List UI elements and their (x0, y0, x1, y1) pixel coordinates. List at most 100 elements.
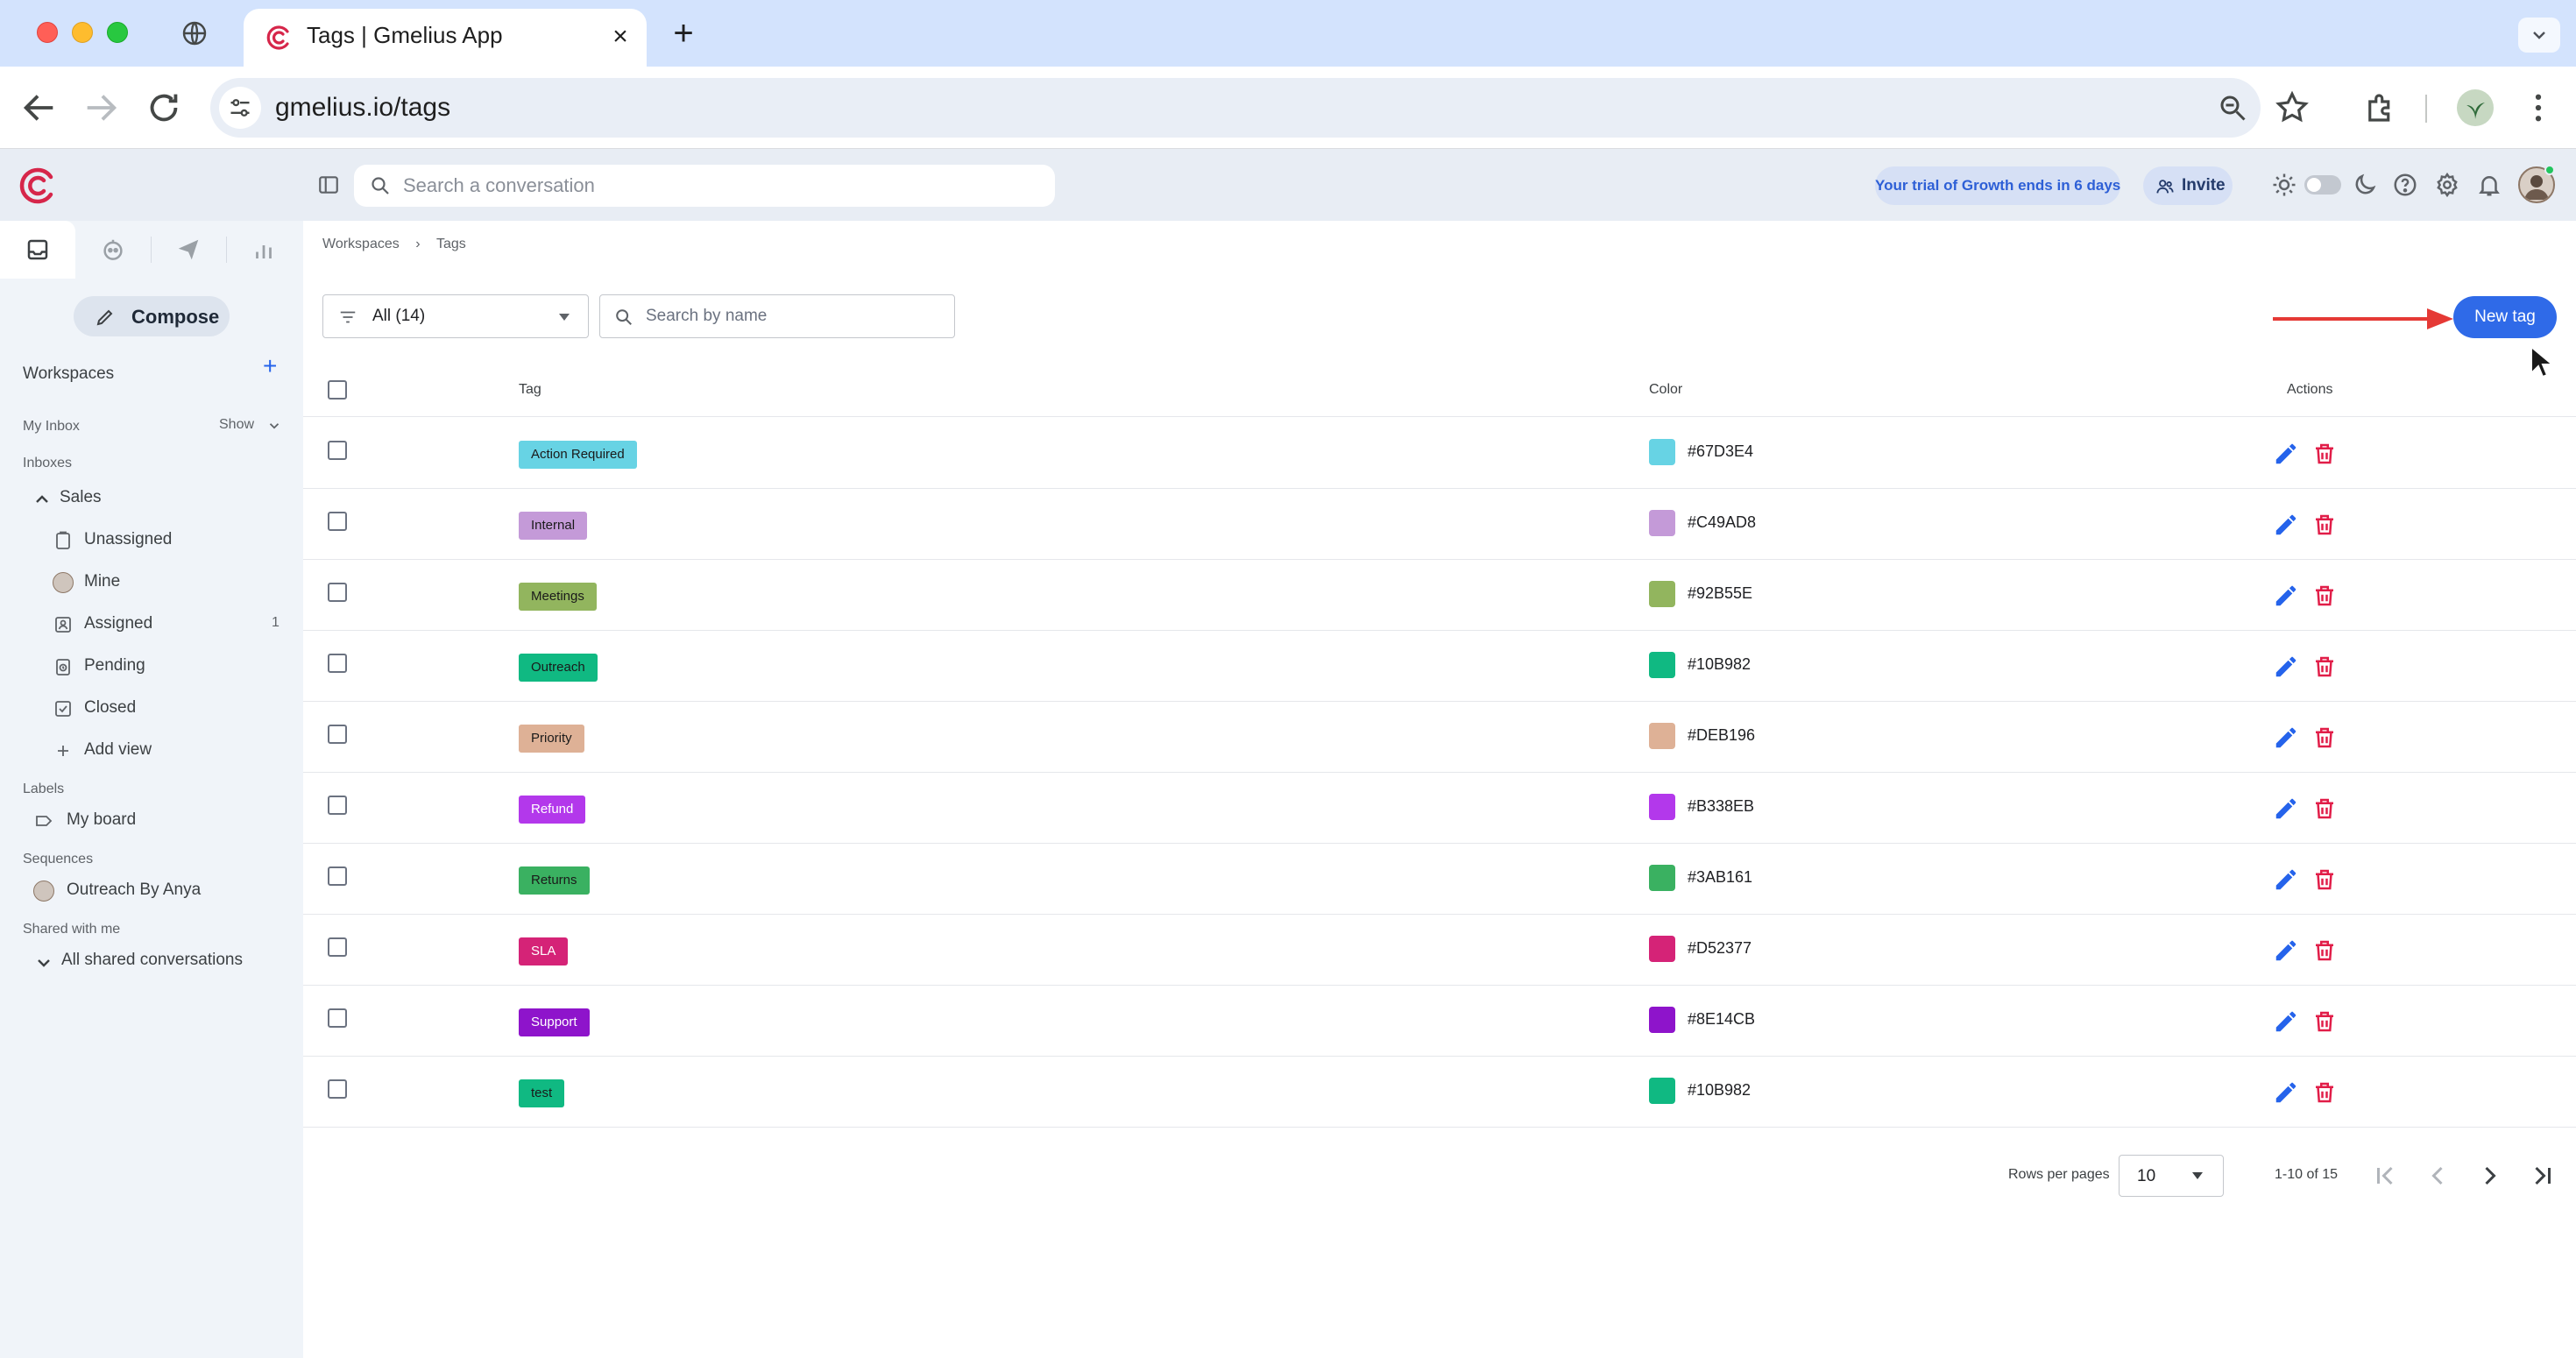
tab-search-button[interactable] (2518, 18, 2560, 53)
conversation-search-input[interactable] (403, 165, 1034, 207)
invite-button[interactable]: Invite (2143, 166, 2233, 205)
delete-trash-icon[interactable] (2311, 583, 2338, 609)
previous-page-icon[interactable] (2422, 1160, 2453, 1192)
chevron-down-icon[interactable] (266, 418, 282, 434)
compose-button[interactable]: Compose (74, 296, 230, 336)
more-vert-icon[interactable] (2520, 89, 2557, 126)
bookmark-star-icon[interactable] (2274, 89, 2311, 126)
tab-automations[interactable] (75, 221, 151, 279)
delete-trash-icon[interactable] (2311, 1079, 2338, 1106)
sidebar-item-mine[interactable]: Mine (0, 564, 303, 599)
tab-inbox[interactable] (0, 221, 75, 279)
tab-close-icon[interactable]: × (606, 23, 634, 51)
sidebar-item-my-board[interactable]: My board (0, 803, 303, 838)
edit-pencil-icon[interactable] (2273, 866, 2299, 893)
row-checkbox[interactable] (328, 441, 347, 460)
edit-pencil-icon[interactable] (2273, 512, 2299, 538)
sequence-avatar (33, 881, 54, 902)
color-hex: #10B982 (1688, 1081, 1752, 1099)
table-row: Refund #B338EB (303, 773, 2576, 844)
forward-arrow-icon[interactable] (81, 88, 121, 128)
select-all-checkbox[interactable] (328, 380, 347, 400)
sidebar-item-outreach-by-anya[interactable]: Outreach By Anya (0, 873, 303, 908)
delete-trash-icon[interactable] (2311, 866, 2338, 893)
tab-analytics[interactable] (226, 221, 301, 279)
moon-icon[interactable] (2352, 172, 2378, 198)
row-checkbox[interactable] (328, 512, 347, 531)
sidebar-item-all-shared[interactable]: All shared conversations (0, 943, 303, 978)
delete-trash-icon[interactable] (2311, 725, 2338, 751)
new-tab-plus-icon[interactable]: + (666, 16, 701, 51)
delete-trash-icon[interactable] (2311, 937, 2338, 964)
tag-name-search[interactable] (599, 294, 955, 338)
profile-avatar[interactable] (2457, 89, 2494, 126)
sidebar-item-label: Mine (84, 572, 121, 591)
last-page-icon[interactable] (2527, 1160, 2558, 1192)
row-checkbox[interactable] (328, 1008, 347, 1028)
tab-sequences[interactable] (151, 221, 226, 279)
edit-pencil-icon[interactable] (2273, 796, 2299, 822)
gear-icon[interactable] (2434, 172, 2460, 198)
next-page-icon[interactable] (2474, 1160, 2506, 1192)
breadcrumb-workspaces[interactable]: Workspaces (322, 237, 400, 252)
row-checkbox[interactable] (328, 796, 347, 815)
conversation-search[interactable] (354, 165, 1055, 207)
address-bar[interactable]: gmelius.io/tags (210, 78, 2261, 138)
tag-filter-select[interactable]: All (14) (322, 294, 589, 338)
delete-trash-icon[interactable] (2311, 441, 2338, 467)
sidebar-toggle-icon[interactable] (317, 173, 340, 196)
sidebar-item-pending[interactable]: Pending (0, 648, 303, 683)
reload-icon[interactable] (144, 88, 184, 128)
tag-search-input[interactable] (646, 295, 944, 337)
first-page-icon[interactable] (2369, 1160, 2401, 1192)
row-checkbox[interactable] (328, 725, 347, 744)
edit-pencil-icon[interactable] (2273, 583, 2299, 609)
filter-value: All (14) (372, 307, 426, 325)
add-workspace-icon[interactable]: + (263, 354, 277, 378)
row-checkbox[interactable] (328, 583, 347, 602)
color-swatch (1649, 1007, 1675, 1033)
edit-pencil-icon[interactable] (2273, 725, 2299, 751)
delete-trash-icon[interactable] (2311, 796, 2338, 822)
window-minimize-button[interactable] (72, 22, 93, 43)
sidebar-item-closed[interactable]: Closed (0, 690, 303, 725)
breadcrumb-separator: › (415, 237, 421, 251)
extensions-icon[interactable] (2362, 89, 2399, 126)
back-arrow-icon[interactable] (19, 88, 60, 128)
row-checkbox[interactable] (328, 937, 347, 957)
sidebar-item-unassigned[interactable]: Unassigned (0, 522, 303, 557)
column-tag[interactable]: Tag (519, 382, 541, 398)
theme-toggle[interactable] (2304, 175, 2341, 195)
column-color[interactable]: Color (1649, 382, 1682, 398)
delete-trash-icon[interactable] (2311, 1008, 2338, 1035)
checkbox-checked-icon (55, 701, 71, 717)
edit-pencil-icon[interactable] (2273, 654, 2299, 680)
show-toggle[interactable]: Show (219, 417, 254, 433)
sun-icon[interactable] (2271, 172, 2297, 198)
sidebar-item-add-view[interactable]: Add view (0, 732, 303, 767)
row-checkbox[interactable] (328, 866, 347, 886)
row-checkbox[interactable] (328, 654, 347, 673)
zoom-icon[interactable] (2217, 92, 2248, 124)
inbox-sales[interactable]: Sales (0, 480, 303, 515)
delete-trash-icon[interactable] (2311, 512, 2338, 538)
edit-pencil-icon[interactable] (2273, 1008, 2299, 1035)
window-zoom-button[interactable] (107, 22, 128, 43)
sidebar-item-assigned[interactable]: Assigned 1 (0, 606, 303, 641)
rows-per-page-select[interactable]: 10 (2119, 1155, 2224, 1197)
trial-badge[interactable]: Your trial of Growth ends in 6 days (1875, 166, 2120, 205)
gmelius-logo-icon[interactable] (16, 165, 58, 207)
bell-icon[interactable] (2476, 172, 2502, 198)
edit-pencil-icon[interactable] (2273, 937, 2299, 964)
globe-icon[interactable] (180, 19, 209, 47)
delete-trash-icon[interactable] (2311, 654, 2338, 680)
browser-tab-active[interactable]: Tags | Gmelius App × (244, 9, 647, 67)
edit-pencil-icon[interactable] (2273, 1079, 2299, 1106)
window-close-button[interactable] (37, 22, 58, 43)
row-checkbox[interactable] (328, 1079, 347, 1099)
site-info-button[interactable] (219, 87, 261, 129)
edit-pencil-icon[interactable] (2273, 441, 2299, 467)
table-row: SLA #D52377 (303, 915, 2576, 986)
new-tag-button[interactable]: New tag (2453, 296, 2557, 338)
help-icon[interactable] (2392, 172, 2418, 198)
